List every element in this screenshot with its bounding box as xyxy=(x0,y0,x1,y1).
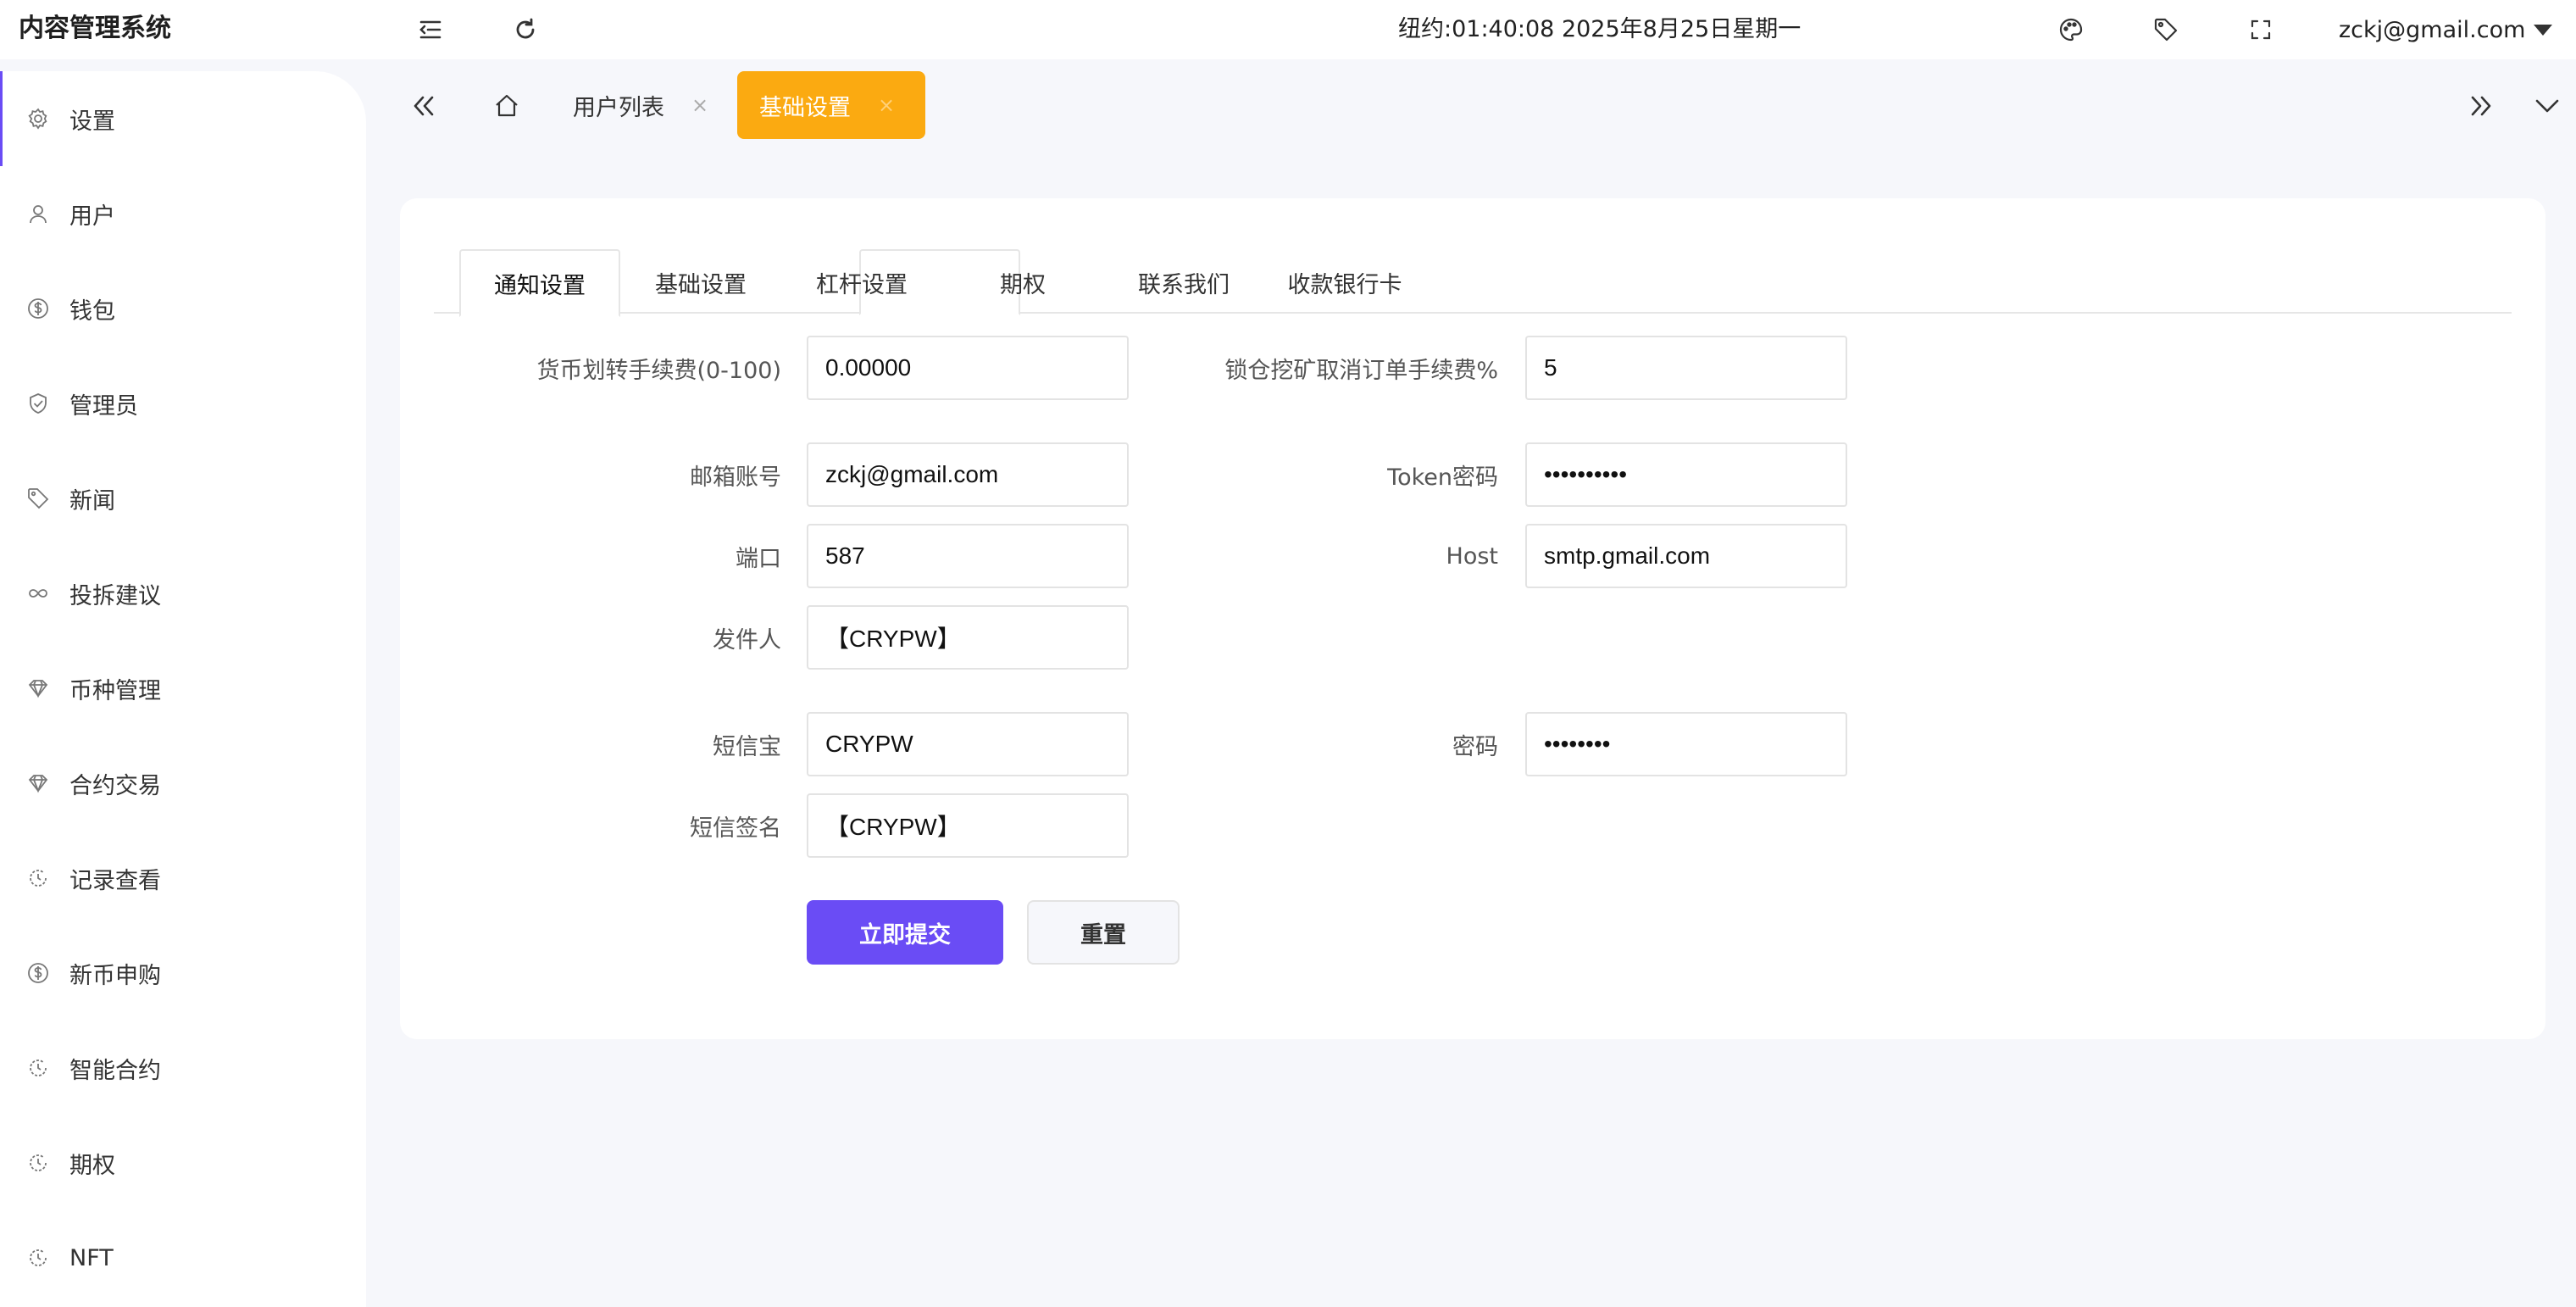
home-icon[interactable] xyxy=(488,87,525,125)
sender-label: 发件人 xyxy=(713,626,781,654)
sidebar-item-label: NFT xyxy=(69,1244,114,1271)
transfer-fee-label: 货币划转手续费(0-100) xyxy=(536,357,781,384)
sidebar-item-label: 管理员 xyxy=(69,392,138,420)
token-password-label: Token密码 xyxy=(1387,464,1498,491)
fullscreen-icon[interactable] xyxy=(2244,13,2278,47)
sidebar-item-nft[interactable]: NFT xyxy=(0,1210,366,1305)
tab-bank-card[interactable]: 收款银行卡 xyxy=(1264,249,1425,315)
cycle-icon xyxy=(25,1245,51,1271)
port-label: 端口 xyxy=(736,545,781,572)
submit-button[interactable]: 立即提交 xyxy=(807,900,1003,965)
transfer-fee-input[interactable] xyxy=(807,336,1129,400)
sms-sign-label: 短信签名 xyxy=(690,815,781,842)
user-icon xyxy=(25,201,51,226)
sidebar-item-news[interactable]: 新闻 xyxy=(0,451,366,546)
sidebar-item-label: 新币申购 xyxy=(69,962,161,989)
tag-icon[interactable] xyxy=(2149,13,2183,47)
tab-notification-settings[interactable]: 通知设置 xyxy=(459,249,620,317)
port-field[interactable] xyxy=(807,524,1129,588)
sidebar: 设置 用户 钱包 管理员 新闻 投拆建议 币种管理 合约交易 记录查看 新币申购… xyxy=(0,71,366,1307)
email-field[interactable] xyxy=(807,442,1129,507)
sidebar-item-records[interactable]: 记录查看 xyxy=(0,831,366,926)
sidebar-item-suggestions[interactable]: 投拆建议 xyxy=(0,546,366,641)
tag-icon xyxy=(25,486,51,511)
page-tab-label: 用户列表 xyxy=(573,94,664,121)
lock-mining-fee-input[interactable] xyxy=(1525,336,1847,400)
diamond-icon xyxy=(25,770,51,796)
sidebar-item-label: 投拆建议 xyxy=(69,582,161,609)
app-title: 内容管理系统 xyxy=(19,14,171,43)
diamond-icon xyxy=(25,676,51,701)
sidebar-item-currency[interactable]: 币种管理 xyxy=(0,641,366,736)
sender-field[interactable] xyxy=(807,605,1129,670)
sidebar-item-label: 币种管理 xyxy=(69,677,161,704)
sms-label: 短信宝 xyxy=(713,733,781,760)
tab-leverage-settings[interactable]: 杠杆设置 xyxy=(781,249,942,315)
page-tab-basic-settings[interactable]: 基础设置 × xyxy=(737,71,925,139)
cycle-icon xyxy=(25,1055,51,1081)
sms-password-field[interactable] xyxy=(1525,712,1847,776)
close-icon[interactable]: × xyxy=(691,93,708,117)
sidebar-item-smart-contract[interactable]: 智能合约 xyxy=(0,1021,366,1115)
sidebar-item-label: 期权 xyxy=(69,1152,115,1179)
sms-password-label: 密码 xyxy=(1452,733,1498,760)
sidebar-item-label: 钱包 xyxy=(69,298,115,325)
sidebar-item-contract-trading[interactable]: 合约交易 xyxy=(0,736,366,831)
user-email: zckj@gmail.com xyxy=(2339,16,2526,43)
dollar-icon xyxy=(25,296,51,321)
sidebar-item-settings[interactable]: 设置 xyxy=(0,71,366,166)
page-tab-label: 基础设置 xyxy=(759,94,851,121)
cycle-icon xyxy=(25,1150,51,1176)
host-label: Host xyxy=(1446,542,1498,570)
host-field[interactable] xyxy=(1525,524,1847,588)
clock-display: 纽约:01:40:08 2025年8月25日星期一 xyxy=(1398,16,1802,42)
chevron-down-icon[interactable] xyxy=(2529,87,2566,125)
sidebar-item-label: 新闻 xyxy=(69,487,115,514)
top-bar: 内容管理系统 纽约:01:40:08 2025年8月25日星期一 zckj@gm… xyxy=(0,0,2576,59)
tab-contact-us[interactable]: 联系我们 xyxy=(1103,249,1264,315)
sidebar-item-wallet[interactable]: 钱包 xyxy=(0,261,366,356)
sidebar-item-label: 智能合约 xyxy=(69,1057,161,1084)
refresh-icon[interactable] xyxy=(508,13,542,47)
menu-fold-icon[interactable] xyxy=(414,13,447,47)
tab-options[interactable]: 期权 xyxy=(942,249,1103,315)
sidebar-item-admins[interactable]: 管理员 xyxy=(0,356,366,451)
sidebar-item-options[interactable]: 期权 xyxy=(0,1115,366,1210)
caret-down-icon xyxy=(2534,24,2553,36)
dollar-icon xyxy=(25,960,51,986)
sidebar-item-label: 用户 xyxy=(69,203,115,230)
shield-icon xyxy=(25,391,51,416)
tabs-scroll-left-icon[interactable] xyxy=(405,87,442,125)
sms-sign-field[interactable] xyxy=(807,793,1129,858)
close-icon[interactable]: × xyxy=(878,93,895,117)
sms-account-field[interactable] xyxy=(807,712,1129,776)
reset-button[interactable]: 重置 xyxy=(1027,900,1180,965)
palette-icon[interactable] xyxy=(2054,13,2088,47)
page-tab-user-list[interactable]: 用户列表 × xyxy=(551,71,730,139)
sidebar-item-new-coin[interactable]: 新币申购 xyxy=(0,926,366,1021)
sidebar-item-label: 记录查看 xyxy=(69,867,161,894)
sidebar-item-label: 设置 xyxy=(69,108,115,135)
gear-icon xyxy=(25,106,51,131)
cycle-icon xyxy=(25,865,51,891)
lock-mining-fee-label: 锁仓挖矿取消订单手续费% xyxy=(1224,357,1498,384)
email-label: 邮箱账号 xyxy=(690,464,781,491)
sidebar-item-label: 合约交易 xyxy=(69,772,161,799)
sidebar-item-users[interactable]: 用户 xyxy=(0,166,366,261)
token-password-field[interactable] xyxy=(1525,442,1847,507)
tabs-scroll-right-icon[interactable] xyxy=(2462,87,2500,125)
user-menu[interactable]: zckj@gmail.com xyxy=(2339,13,2553,47)
infinity-icon xyxy=(25,581,51,606)
tab-basic-settings[interactable]: 基础设置 xyxy=(620,249,781,315)
